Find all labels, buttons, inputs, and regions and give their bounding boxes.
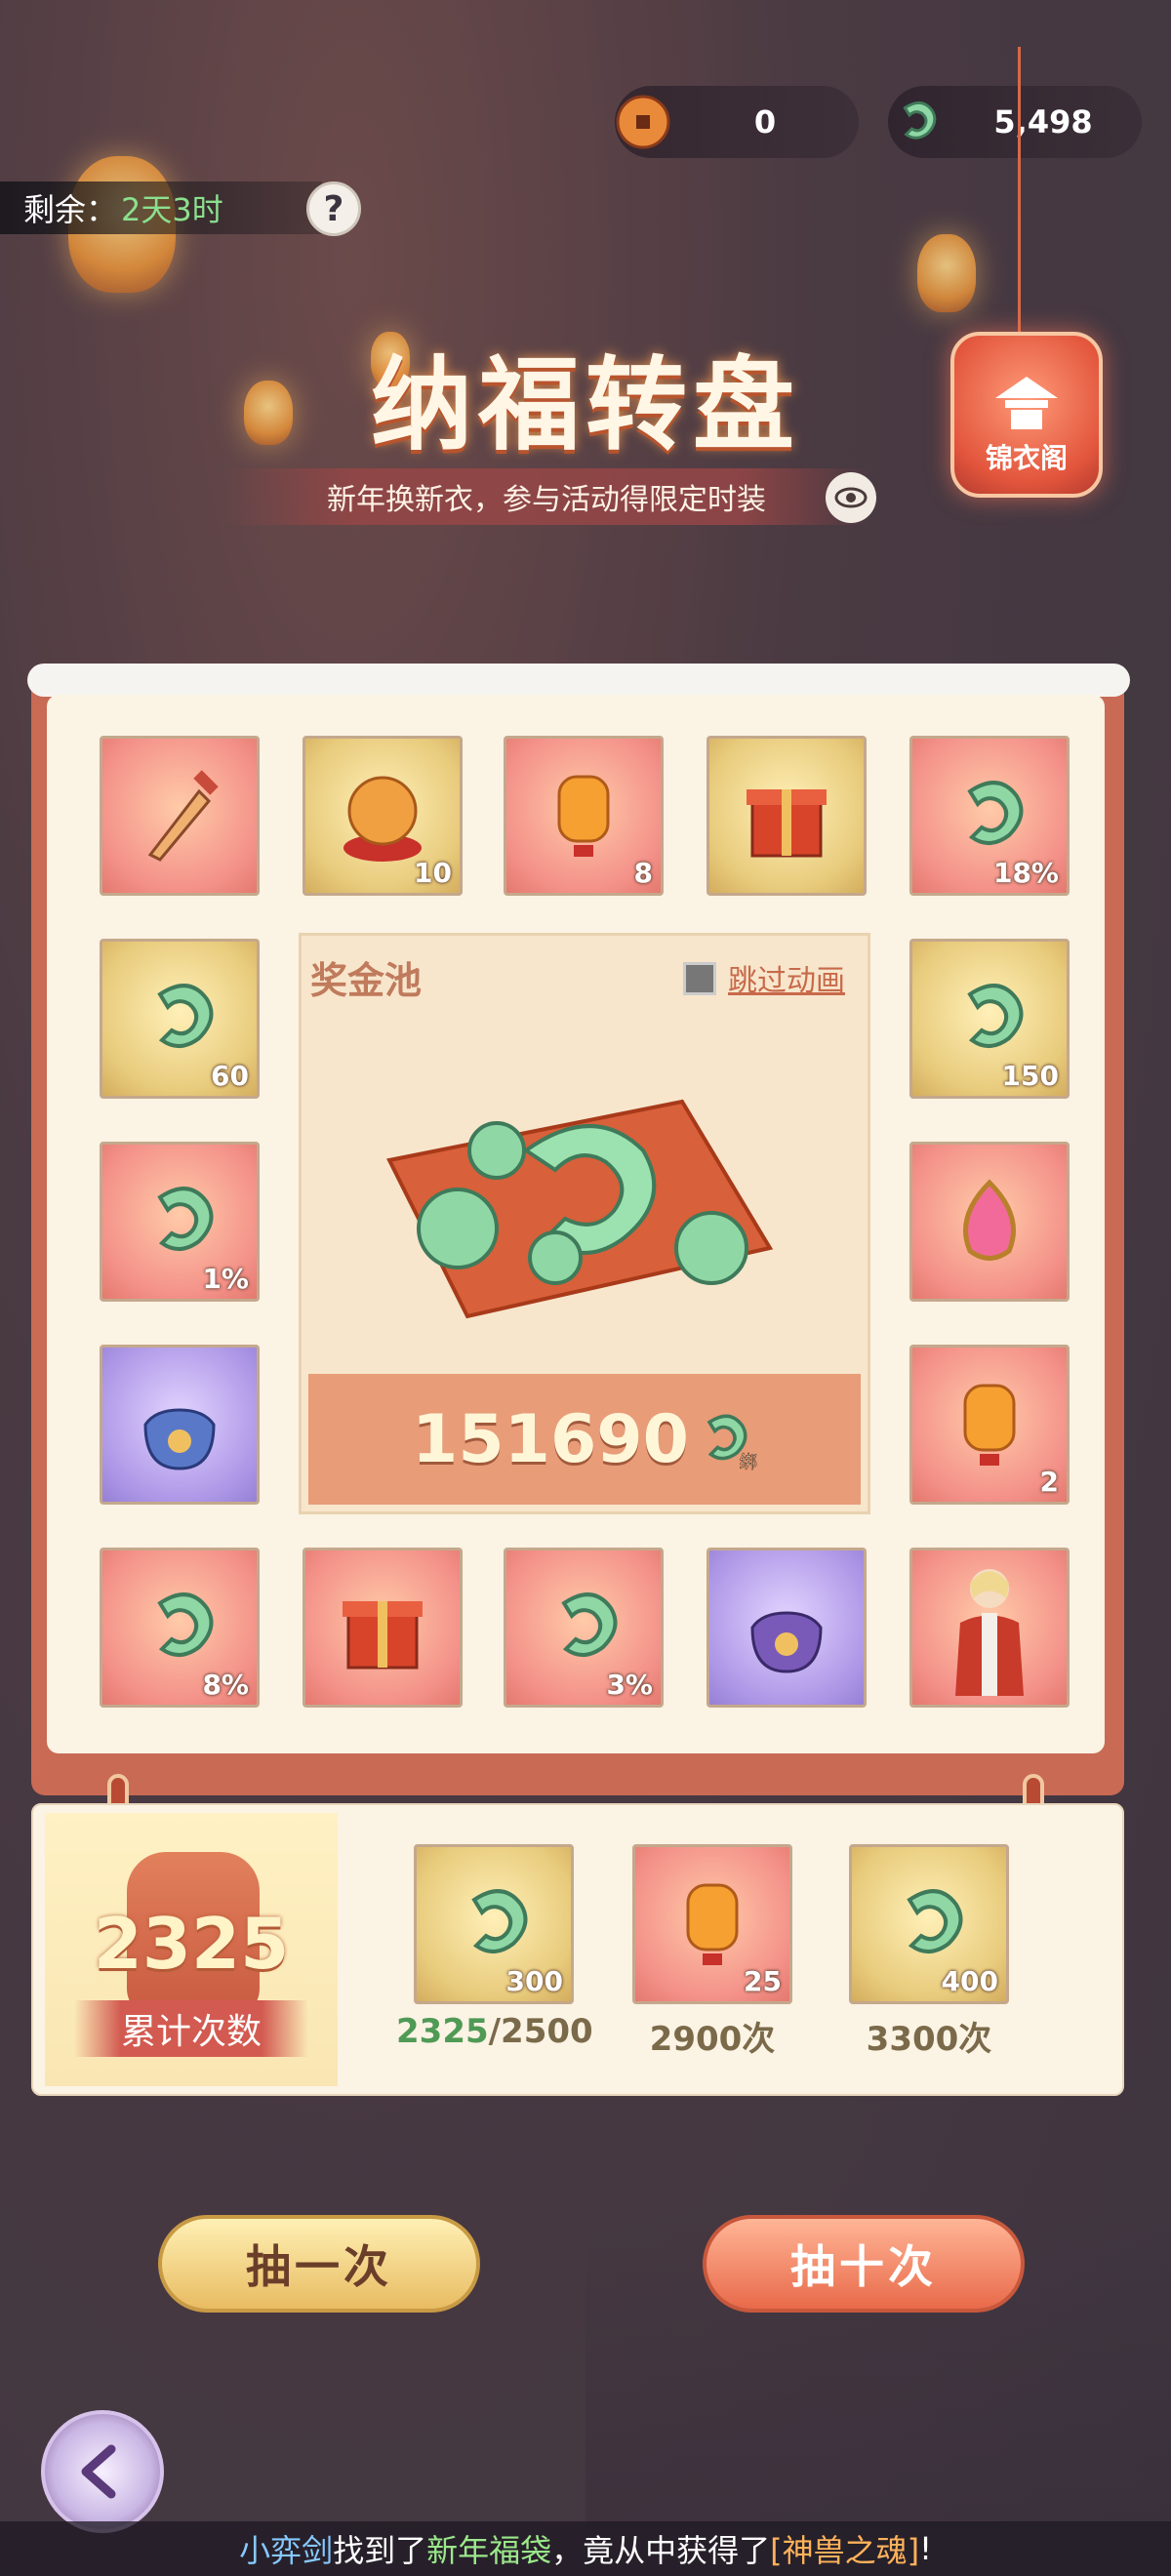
- eye-icon: [834, 487, 868, 508]
- draw-count-label: 累计次数: [74, 2000, 308, 2057]
- pavilion-icon: [995, 377, 1058, 429]
- event-subtitle: 新年换新衣，参与活动得限定时装: [224, 468, 868, 525]
- remaining-time: 剩余： 2天3时: [0, 181, 322, 234]
- jade-icon: [967, 781, 1024, 845]
- crystal-ball-icon: [343, 776, 422, 862]
- event-title: 纳福转盘: [370, 344, 800, 464]
- draw-count: 2325: [93, 1903, 290, 1985]
- back-arrow-icon: [81, 2444, 116, 2499]
- prize-tile: 2: [909, 1345, 1070, 1505]
- jade-icon: [907, 1889, 963, 1953]
- jade-icon: [888, 94, 945, 150]
- prize-tile: 150: [909, 939, 1070, 1099]
- announcement-ticker: 小弈剑 找到了 新年福袋 ，竟从中获得了 [神兽之魂]!: [0, 2521, 1171, 2576]
- skip-animation-label[interactable]: 跳过动画: [728, 956, 845, 999]
- bound-jade-icon: 绑: [707, 1414, 757, 1473]
- prize-tile: 8%: [100, 1548, 260, 1708]
- pool-amount: 151690 绑: [308, 1374, 861, 1505]
- sword-icon: [147, 770, 219, 862]
- bound-badge: 绑: [740, 1452, 757, 1472]
- character-costume-icon: [955, 1569, 1024, 1696]
- ticker-prize: [神兽之魂]: [770, 2532, 920, 2569]
- help-button[interactable]: ?: [306, 181, 361, 236]
- jade-icon: [157, 984, 214, 1048]
- snow-ledge: [27, 664, 1130, 697]
- prize-tile: 1%: [100, 1142, 260, 1302]
- jade-icon: [157, 1592, 214, 1657]
- jade-value: 5,498: [993, 103, 1093, 141]
- pool-title: 奖金池: [310, 959, 423, 1002]
- jade-balance: 5,498: [888, 86, 1142, 158]
- skip-animation-checkbox[interactable]: [683, 962, 716, 995]
- lantern-icon: [557, 775, 610, 857]
- gift-box-icon: [343, 1601, 423, 1670]
- jade-pile-icon: [386, 1099, 774, 1319]
- draw-ten-button[interactable]: 抽十次: [703, 2215, 1025, 2313]
- milestone-progress: 2900次: [649, 2020, 776, 2059]
- draw-once-button[interactable]: 抽一次: [158, 2215, 480, 2313]
- timer-value: 2天3时: [121, 191, 223, 228]
- prize-tile: [100, 1345, 260, 1505]
- timer-label: 剩余：: [23, 191, 118, 228]
- ticker-player: 小弈剑: [239, 2532, 334, 2569]
- lucky-bag-icon: [143, 1408, 216, 1470]
- prize-tile: 10: [303, 736, 463, 896]
- milestone-reward[interactable]: 300: [414, 1844, 574, 2004]
- coin-icon: [615, 94, 671, 150]
- prize-tile: [909, 1142, 1070, 1302]
- gift-box-icon: [747, 789, 827, 858]
- jade-icon: [471, 1889, 528, 1953]
- lantern-icon: [686, 1883, 739, 1965]
- jade-icon: [967, 984, 1024, 1048]
- prize-tile: [303, 1548, 463, 1708]
- ticker-item: 新年福袋: [426, 2532, 552, 2569]
- prize-tile: [707, 736, 867, 896]
- jade-icon: [157, 1187, 214, 1251]
- sky-lantern-decoration: [244, 381, 293, 445]
- prize-tile: [707, 1548, 867, 1708]
- milestone-progress: 2325/2500: [396, 2012, 593, 2051]
- sky-lantern-decoration: [917, 234, 976, 312]
- milestone-progress: 3300次: [866, 2020, 992, 2059]
- gem-icon: [963, 1179, 1016, 1261]
- wardrobe-label: 锦衣阁: [985, 442, 1068, 474]
- prize-tile: 18%: [909, 736, 1070, 896]
- pool-amount-value: 151690: [412, 1400, 689, 1478]
- prize-tile: [909, 1548, 1070, 1708]
- prize-tile: 3%: [504, 1548, 664, 1708]
- coin-value: 0: [753, 103, 777, 141]
- prize-tile: 8: [504, 736, 664, 896]
- prize-tile: 60: [100, 939, 260, 1099]
- milestone-reward[interactable]: 25: [632, 1844, 792, 2004]
- prize-tile: [100, 736, 260, 896]
- purple-bag-icon: [750, 1611, 823, 1673]
- hanging-string: [1018, 47, 1021, 340]
- jade-icon: [561, 1592, 618, 1657]
- preview-eye-button[interactable]: [826, 472, 876, 523]
- coin-balance: 0: [615, 86, 859, 158]
- event-subtitle-text: 新年换新衣，参与活动得限定时装: [327, 483, 766, 517]
- wardrobe-button[interactable]: 锦衣阁: [950, 332, 1103, 498]
- lantern-icon: [963, 1384, 1016, 1466]
- back-button[interactable]: [41, 2410, 164, 2533]
- milestone-reward[interactable]: 400: [849, 1844, 1009, 2004]
